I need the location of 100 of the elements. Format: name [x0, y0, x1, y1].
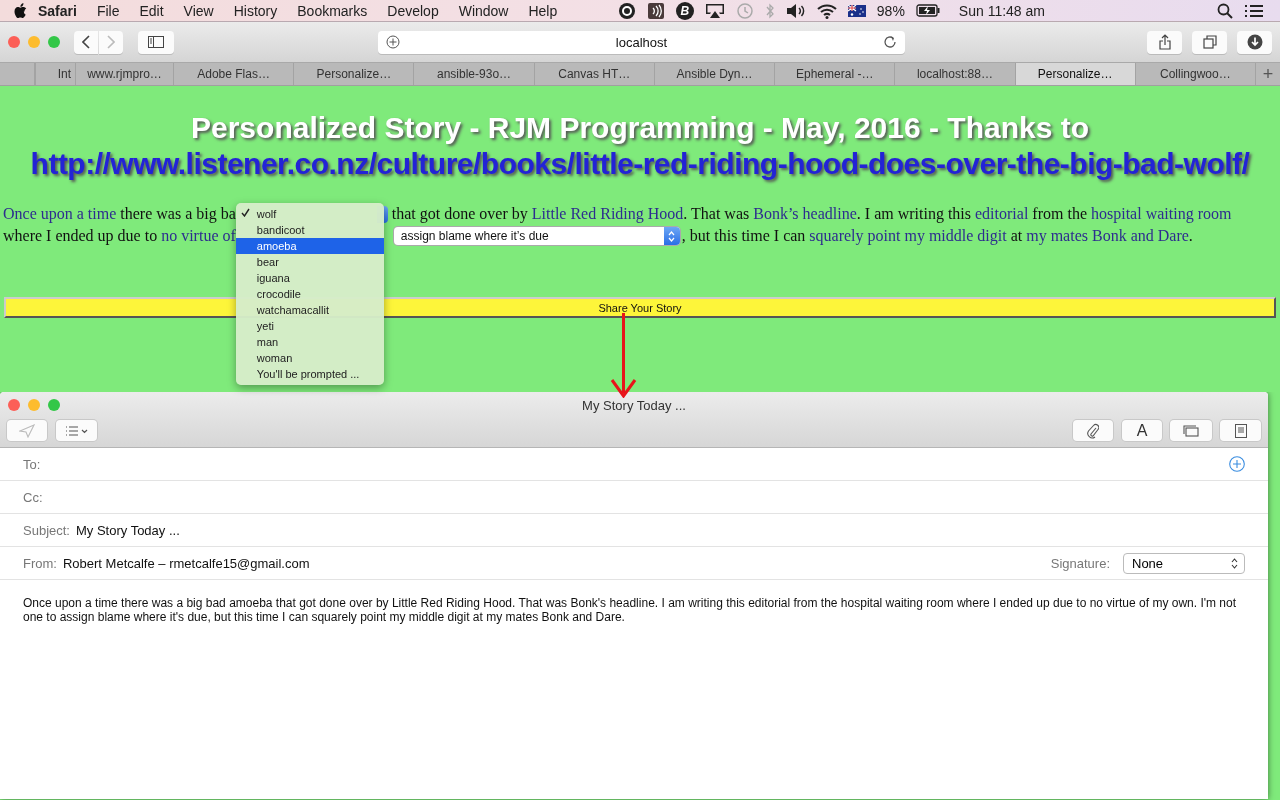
menu-item[interactable]: Window: [448, 2, 519, 19]
attach-button[interactable]: [1073, 420, 1113, 441]
field-label: Subject:: [23, 522, 70, 538]
windows-icon: [1183, 424, 1199, 437]
browser-tab[interactable]: Personalize…: [1014, 63, 1135, 85]
format-button[interactable]: A: [1122, 420, 1162, 441]
share-icon: [1158, 34, 1171, 50]
dropdown-option[interactable]: yeti: [235, 317, 384, 334]
story-text: that got done over by: [390, 204, 529, 225]
dropdown-option[interactable]: woman: [235, 349, 384, 366]
browser-tab[interactable]: Int: [35, 63, 75, 85]
address-text: localhost: [614, 34, 669, 50]
ring-icon[interactable]: [617, 1, 636, 20]
wifi-icon[interactable]: [816, 2, 837, 19]
download-icon: [1246, 34, 1263, 50]
page-heading: Personalized Story - RJM Programming - May, 2016 - Thanks to: [191, 110, 1089, 146]
menu-item[interactable]: File: [86, 2, 130, 19]
browser-tab[interactable]: Ansible Dyn…: [653, 63, 775, 85]
dropdown-option[interactable]: watchamacallit: [235, 301, 384, 318]
new-tab-button[interactable]: +: [1254, 63, 1280, 85]
updown-icon: [668, 230, 676, 242]
story-select[interactable]: assign blame where it’s due: [393, 227, 680, 245]
dropdown-option[interactable]: amoeba: [235, 237, 384, 254]
dropdown-option[interactable]: bandicoot: [235, 221, 384, 238]
browser-tab[interactable]: Canvas HT…: [533, 63, 654, 85]
signature-value: None: [1132, 555, 1164, 571]
browser-tab[interactable]: ansible-93o…: [413, 63, 534, 85]
back-button[interactable]: [74, 30, 98, 54]
menu-icon[interactable]: [1244, 3, 1264, 18]
message-body[interactable]: Once upon a time there was a big bad amoeba that got done over by Little Red Riding Hood. That was Bonk's headline. I am writing this editorial from the hospital waiting room where I ended up due to no virtue of my own. I'm not one to assign blame where it's due, but this time I can squarely point my middle digit at my mates Bonk and Dare.: [0, 580, 1268, 640]
signature-select[interactable]: None: [1123, 552, 1245, 574]
menu-item[interactable]: Edit: [129, 2, 174, 19]
checkmark-icon: [240, 207, 250, 217]
heading-link[interactable]: http://www.listener.co.nz/culture/books/little-red-riding-hood-does-over-the-big-bad-wolf/: [0, 146, 1280, 182]
chevron-right-icon: [107, 35, 115, 49]
story-text: . I am writing this: [856, 204, 972, 225]
airplay-icon[interactable]: [704, 2, 725, 19]
menu-item[interactable]: Bookmarks: [287, 2, 378, 19]
dropdown-option[interactable]: bear: [235, 253, 384, 270]
story-link[interactable]: editorial: [975, 203, 1029, 225]
menu-item[interactable]: Help: [518, 2, 568, 19]
photo-browser-button[interactable]: [1170, 420, 1212, 441]
field-label: Cc:: [23, 489, 43, 505]
paper-plane-icon: [19, 423, 35, 438]
story-text: .: [1188, 226, 1193, 246]
apple-icon[interactable]: [14, 2, 28, 19]
story-link[interactable]: hospital waiting room: [1091, 203, 1232, 225]
story-text: there was a big ba: [119, 204, 236, 225]
browser-tab[interactable]: Personalize…: [293, 63, 414, 85]
browser-tab[interactable]: Collingwoo…: [1134, 63, 1255, 85]
dropdown-option[interactable]: iguana: [235, 269, 384, 286]
field-label: To:: [23, 456, 41, 472]
dropdown-option[interactable]: man: [235, 333, 384, 350]
field-label: From:: [23, 555, 57, 571]
sidebar-icon: [148, 36, 164, 48]
paperclip-icon: [1087, 422, 1099, 439]
story-link[interactable]: no virtue of: [161, 225, 236, 247]
app-menu[interactable]: Safari: [28, 2, 87, 19]
add-contact-icon[interactable]: [1229, 456, 1245, 472]
menu-item[interactable]: History: [223, 2, 288, 19]
dropdown-option[interactable]: You'll be prompted ...: [235, 365, 384, 382]
story-text: from the: [1031, 204, 1088, 224]
reload-icon[interactable]: [883, 35, 897, 49]
downloads-button[interactable]: [1237, 30, 1272, 54]
sidebar-button[interactable]: [138, 30, 174, 54]
tabs-overview-button[interactable]: [1192, 30, 1227, 54]
menu-item[interactable]: View: [173, 2, 224, 19]
stationery-button[interactable]: [1220, 420, 1261, 441]
window-title: My Story Today ...: [582, 398, 686, 412]
squares-icon: [1202, 35, 1217, 49]
browser-tab[interactable]: Adobe Flas…: [173, 63, 294, 85]
story-link[interactable]: my mates Bonk and Dare: [1026, 225, 1189, 247]
menu-item[interactable]: Develop: [377, 2, 449, 19]
story-link[interactable]: Once upon a time: [3, 203, 117, 225]
updown-icon: [1231, 557, 1238, 569]
plus-circle-icon: [386, 35, 400, 49]
address-field[interactable]: localhost: [378, 30, 905, 54]
story-text: . That was: [683, 204, 751, 224]
dropdown-option[interactable]: wolf: [235, 205, 384, 222]
story-text: , but this time I can: [681, 226, 807, 246]
from-field[interactable]: Robert Metcalfe – rmetcalfe15@gmail.com: [62, 555, 310, 571]
volume-icon[interactable]: [785, 2, 806, 19]
list-chevron-icon: [64, 425, 89, 436]
story-link[interactable]: squarely point my middle digit: [809, 225, 1007, 247]
battery-icon[interactable]: [915, 4, 940, 17]
chevron-left-icon: [82, 35, 90, 49]
close-button[interactable]: [8, 399, 20, 411]
browser-tab[interactable]: www.rjmpro…: [75, 63, 173, 85]
story-link[interactable]: Bonk’s headline: [753, 203, 857, 225]
browser-tab[interactable]: localhost:88…: [894, 63, 1015, 85]
sound-waves-icon[interactable]: [646, 1, 665, 20]
signature-label: Signature:: [1050, 555, 1110, 571]
status-badge[interactable]: B: [675, 1, 694, 20]
search-icon[interactable]: [1217, 2, 1233, 19]
battery-percent: 98%: [876, 2, 905, 19]
share-button[interactable]: [1147, 30, 1182, 54]
subject-field[interactable]: My Story Today ...: [76, 522, 180, 538]
flag-icon[interactable]: [847, 4, 866, 17]
clock[interactable]: Sun 11:48 am: [958, 2, 1045, 19]
browser-tab[interactable]: Ephemeral -…: [774, 63, 895, 85]
